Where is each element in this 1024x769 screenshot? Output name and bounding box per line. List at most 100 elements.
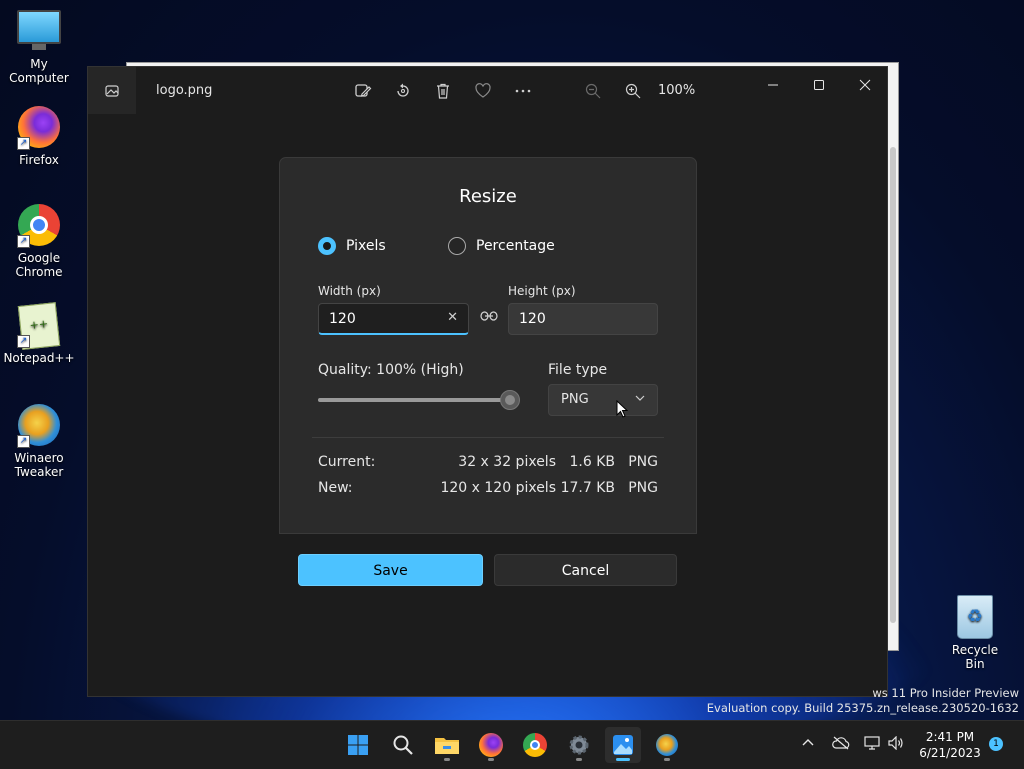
notification-badge[interactable]: 1	[989, 737, 1003, 751]
watermark-build: Evaluation copy. Build 25375.zn_release.…	[706, 701, 1019, 715]
network-icon[interactable]	[864, 736, 882, 754]
taskbar-file-explorer[interactable]	[429, 727, 465, 763]
windows-logo-icon	[348, 735, 368, 755]
radio-pixels[interactable]: Pixels	[318, 237, 386, 255]
desktop-icon-label: Notepad++	[3, 351, 75, 365]
edit-image-icon	[355, 84, 372, 97]
taskbar-winaero-tweaker[interactable]	[649, 727, 685, 763]
radio-percentage[interactable]: Percentage	[448, 237, 555, 255]
desktop-icon-google-chrome[interactable]: ↗ Google Chrome	[0, 204, 78, 279]
running-indicator	[444, 758, 450, 761]
clock-date: 6/21/2023	[919, 746, 981, 760]
scrollbar[interactable]	[890, 147, 896, 623]
radio-unselected-icon	[448, 237, 466, 255]
new-dimensions: 120 x 120 pixels	[440, 480, 556, 496]
winaero-tweaker-icon	[656, 734, 678, 756]
maximize-icon	[814, 80, 824, 90]
radio-label: Pixels	[346, 238, 386, 254]
zoom-level[interactable]: 100%	[658, 83, 695, 98]
close-button[interactable]	[842, 71, 888, 99]
zoom-in-icon	[625, 83, 641, 99]
clear-icon[interactable]: ✕	[447, 310, 458, 325]
rotate-icon	[397, 83, 409, 97]
delete-button[interactable]	[430, 79, 456, 103]
taskbar-firefox[interactable]	[473, 727, 509, 763]
show-hidden-icons-button[interactable]	[802, 736, 814, 751]
watermark-edition: ws 11 Pro Insider Preview	[872, 686, 1019, 700]
minimize-button[interactable]	[750, 71, 796, 99]
chevron-up-icon	[802, 739, 814, 746]
quality-slider-thumb[interactable]	[500, 390, 520, 410]
title-bar[interactable]: logo.png 100%	[88, 67, 887, 115]
dialog-title: Resize	[459, 186, 517, 207]
aspect-ratio-lock-icon[interactable]	[479, 310, 499, 328]
winaero-tweaker-icon: ↗	[17, 404, 61, 448]
search-icon	[393, 735, 413, 755]
more-options-button[interactable]	[510, 79, 536, 103]
new-type: PNG	[628, 480, 658, 496]
current-type: PNG	[628, 454, 658, 470]
quality-slider-track[interactable]	[318, 398, 506, 402]
running-indicator	[664, 758, 670, 761]
running-indicator	[576, 758, 582, 761]
desktop-icon-my-computer[interactable]: My Computer	[0, 10, 78, 85]
width-label: Width (px)	[318, 284, 381, 298]
running-indicator	[488, 758, 494, 761]
desktop-icon-notepad-plus-plus[interactable]: ++ ↗ Notepad++	[0, 302, 78, 365]
desktop-icon-winaero-tweaker[interactable]: ↗ Winaero Tweaker	[0, 404, 78, 479]
clock-time: 2:41 PM	[925, 730, 975, 744]
new-label: New:	[318, 480, 353, 496]
chrome-icon: ↗	[17, 204, 61, 248]
desktop-icon-firefox[interactable]: ↗ Firefox	[0, 106, 78, 167]
radio-selected-icon	[318, 237, 336, 255]
onedrive-icon[interactable]	[832, 736, 850, 754]
file-name: logo.png	[156, 83, 213, 98]
start-button[interactable]	[340, 727, 376, 763]
computer-icon	[17, 10, 61, 54]
new-info-row: New: 120 x 120 pixels 17.7 KB PNG	[318, 480, 658, 498]
new-size: 17.7 KB	[560, 480, 615, 496]
firefox-icon	[479, 733, 503, 757]
taskbar-settings[interactable]	[561, 727, 597, 763]
folder-icon	[435, 738, 459, 754]
delete-icon	[437, 83, 449, 99]
resize-dialog: Resize Pixels Percentage Width (px) 120 …	[279, 157, 697, 534]
favorite-button[interactable]	[470, 79, 496, 103]
radio-label: Percentage	[476, 238, 555, 254]
current-dimensions: 32 x 32 pixels	[458, 454, 556, 470]
recycle-bin-icon: ♻	[957, 595, 993, 639]
width-input[interactable]: 120 ✕	[318, 303, 469, 335]
edit-image-button[interactable]	[350, 79, 376, 103]
gear-icon	[569, 735, 589, 755]
divider	[312, 437, 664, 438]
zoom-in-button[interactable]	[620, 79, 646, 103]
file-type-value: PNG	[561, 392, 589, 407]
close-icon	[859, 79, 871, 91]
desktop-icon-label: My Computer	[9, 57, 69, 85]
save-button[interactable]: Save	[298, 554, 483, 586]
height-value: 120	[519, 311, 546, 327]
height-input[interactable]: 120	[508, 303, 658, 335]
image-gallery-icon[interactable]	[88, 67, 136, 114]
file-type-dropdown[interactable]: PNG	[548, 384, 658, 416]
cancel-button[interactable]: Cancel	[494, 554, 677, 586]
maximize-button[interactable]	[796, 71, 842, 99]
search-button[interactable]	[385, 727, 421, 763]
rotate-button[interactable]	[390, 79, 416, 103]
favorite-icon	[475, 83, 491, 98]
active-indicator	[616, 758, 630, 761]
desktop-icon-recycle-bin[interactable]: ♻ Recycle Bin	[941, 595, 1009, 671]
taskbar: 2:41 PM 6/21/2023	[0, 720, 1024, 769]
current-info-row: Current: 32 x 32 pixels 1.6 KB PNG	[318, 454, 658, 472]
volume-icon[interactable]	[888, 735, 904, 754]
notepad-plus-plus-icon: ++ ↗	[17, 302, 61, 350]
minimize-icon	[768, 84, 778, 86]
desktop-icon-label: Recycle Bin	[951, 643, 999, 671]
firefox-icon: ↗	[17, 106, 61, 150]
quality-label: Quality: 100% (High)	[318, 362, 464, 378]
taskbar-photos[interactable]	[605, 727, 641, 763]
zoom-out-button[interactable]	[580, 79, 606, 103]
system-clock[interactable]: 2:41 PM 6/21/2023	[915, 729, 985, 761]
taskbar-chrome[interactable]	[517, 727, 553, 763]
current-size: 1.6 KB	[569, 454, 616, 470]
